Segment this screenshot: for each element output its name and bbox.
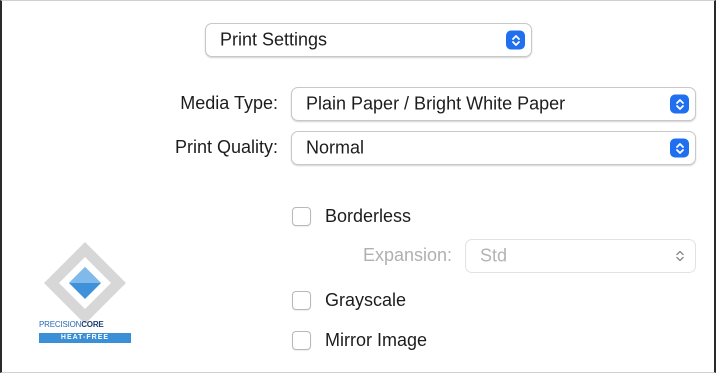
chevron-up-down-icon [506,30,525,50]
grayscale-checkbox[interactable] [292,291,311,310]
logo-brand-text: PRECISIONCORE [39,320,104,329]
borderless-checkbox[interactable] [292,207,311,226]
settings-section-value: Print Settings [220,29,328,50]
print-quality-value: Normal [306,137,365,158]
media-type-popup[interactable]: Plain Paper / Bright White Paper [291,87,696,121]
grayscale-label[interactable]: Grayscale [325,290,406,311]
logo-tagline: HEAT-FREE [39,333,131,343]
settings-section-popup[interactable]: Print Settings [205,23,532,57]
chevron-up-down-icon [670,138,689,158]
expansion-value: Std [480,245,508,266]
expansion-popup[interactable]: Std [465,239,696,273]
media-type-label: Media Type: [180,93,278,113]
expansion-label: Expansion: [362,245,452,265]
chevron-up-down-icon [673,247,687,265]
logo-brand-part1: PRECISION [39,320,82,329]
print-quality-label: Print Quality: [174,137,278,157]
borderless-label[interactable]: Borderless [325,206,411,227]
print-dialog-panel: Print Settings Media Type: Plain Paper /… [0,0,716,373]
mirror-image-label[interactable]: Mirror Image [325,330,427,351]
media-type-value: Plain Paper / Bright White Paper [306,93,566,114]
mirror-image-checkbox[interactable] [292,331,311,350]
chevron-up-down-icon [670,94,689,114]
logo-brand-part2: CORE [81,320,104,329]
print-quality-popup[interactable]: Normal [291,131,696,165]
